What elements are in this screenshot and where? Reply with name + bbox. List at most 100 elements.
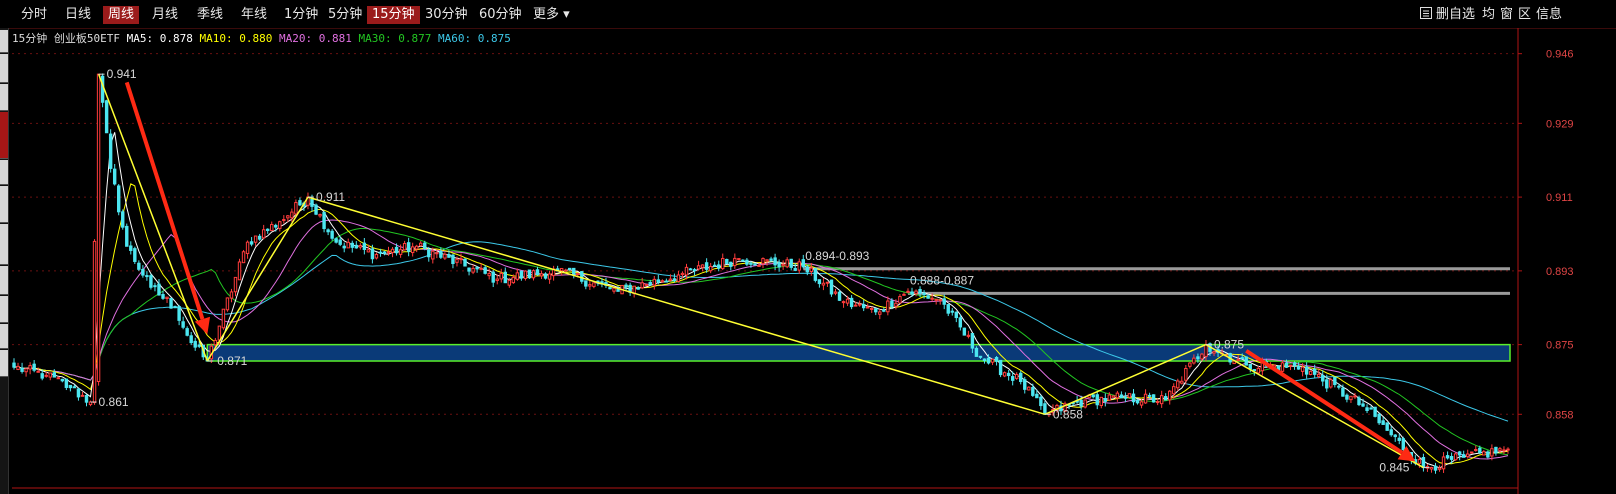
candle-body	[660, 280, 665, 283]
tab-15min[interactable]: 15分钟	[367, 6, 420, 24]
candle-body	[483, 267, 487, 274]
candle-body	[1333, 376, 1337, 386]
candle-body	[543, 273, 548, 279]
period-toolbar: 分时 日线 周线 月线 季线 年线 1分钟 5分钟 15分钟 30分钟 60分钟…	[0, 0, 1616, 29]
candle-body	[1115, 392, 1120, 399]
candle-body	[1014, 373, 1019, 379]
info-button[interactable]: 信息	[1536, 6, 1562, 24]
candle-body	[24, 368, 28, 373]
average-button[interactable]: 均	[1482, 6, 1495, 24]
candle-body	[507, 279, 512, 286]
candle-body	[1252, 369, 1257, 372]
y-tick-label: 0.946	[1546, 49, 1574, 61]
price-annotation: 0.888-0.887	[910, 273, 974, 287]
candle-body	[1147, 394, 1152, 397]
tab-5min[interactable]: 5分钟	[323, 6, 367, 24]
candle-body	[1019, 372, 1023, 383]
candle-body	[1091, 394, 1095, 398]
candle-body	[20, 367, 24, 372]
candle-body	[1095, 394, 1099, 406]
candle-body	[52, 372, 56, 378]
candle-body	[112, 168, 117, 185]
remove-watchlist-button[interactable]: 删自选	[1436, 6, 1475, 24]
candle-body	[455, 258, 459, 263]
candle-body	[1381, 420, 1385, 425]
candle-body	[459, 258, 463, 261]
candle-body	[286, 215, 290, 219]
candle-body	[487, 273, 491, 277]
candle-body	[1204, 344, 1208, 357]
candle-body	[125, 225, 129, 247]
candle-body	[1099, 396, 1103, 406]
tab-more[interactable]: 更多 ▾	[528, 6, 575, 24]
candle-body	[773, 257, 777, 266]
candle-body	[1139, 401, 1144, 406]
candle-body	[1453, 453, 1458, 461]
candle-body	[700, 264, 705, 268]
candle-body	[539, 273, 544, 277]
tab-intraday[interactable]: 分时	[16, 6, 52, 24]
candle-body	[290, 211, 294, 219]
candle-body	[261, 229, 266, 239]
candle-body	[439, 250, 443, 258]
candle-body	[1292, 362, 1297, 366]
candle-body	[1031, 387, 1035, 396]
candle-body	[1200, 353, 1204, 360]
candle-body	[692, 269, 697, 272]
candle-body	[145, 275, 149, 278]
candle-body	[48, 372, 52, 378]
candle-body	[338, 239, 342, 245]
range-button[interactable]: 区	[1518, 6, 1531, 24]
candle-body	[1312, 368, 1317, 375]
candle-body	[656, 279, 661, 283]
candle-body	[523, 270, 528, 279]
candle-body	[712, 264, 717, 267]
candle-body	[825, 281, 830, 284]
candle-body	[153, 285, 157, 288]
candlestick-chart[interactable]: 0.941 0.861 0.911 0.871 0.894-0.893 0.888-0.8…	[0, 28, 1616, 494]
candle-body	[1341, 387, 1345, 397]
y-tick-label: 0.858	[1546, 409, 1574, 421]
candle-body	[104, 100, 109, 134]
tab-monthly[interactable]: 月线	[147, 6, 183, 24]
candle-body	[1325, 379, 1329, 389]
tab-1min[interactable]: 1分钟	[279, 6, 323, 24]
candle-body	[640, 282, 644, 289]
candle-body	[1461, 454, 1466, 458]
candle-body	[866, 306, 870, 309]
candle-body	[1127, 393, 1132, 398]
tab-quarterly[interactable]: 季线	[192, 6, 228, 24]
list-icon[interactable]	[1420, 6, 1432, 24]
tab-daily[interactable]: 日线	[60, 6, 96, 24]
candle-body	[495, 278, 499, 281]
support-zone-box	[206, 343, 1511, 362]
candle-body	[849, 297, 854, 308]
tab-30min[interactable]: 30分钟	[420, 6, 473, 24]
arrows	[124, 81, 1416, 462]
candle-body	[374, 253, 379, 259]
trendline	[206, 196, 309, 362]
window-button[interactable]: 窗	[1500, 6, 1513, 24]
candle-body	[680, 272, 685, 276]
tab-yearly[interactable]: 年线	[236, 6, 272, 24]
candle-body	[870, 307, 874, 310]
tab-weekly[interactable]: 周线	[103, 6, 140, 24]
candle-body	[612, 287, 616, 292]
candle-body	[1143, 393, 1148, 404]
price-annotation: 0.894-0.893	[805, 249, 869, 263]
candle-body	[950, 310, 954, 313]
tab-60min[interactable]: 60分钟	[474, 6, 527, 24]
candle-body	[1131, 393, 1136, 403]
candle-body	[32, 363, 36, 371]
candle-body	[982, 358, 987, 361]
candle-body	[572, 267, 576, 276]
candle-body	[1180, 380, 1184, 384]
candle-body	[535, 269, 540, 276]
candle-body	[1111, 395, 1116, 398]
candle-body	[616, 289, 620, 292]
candle-body	[84, 394, 89, 403]
candle-body	[898, 296, 902, 304]
candle-body	[479, 267, 483, 270]
y-tick-label: 0.929	[1546, 118, 1574, 130]
candle-body	[1445, 455, 1450, 459]
